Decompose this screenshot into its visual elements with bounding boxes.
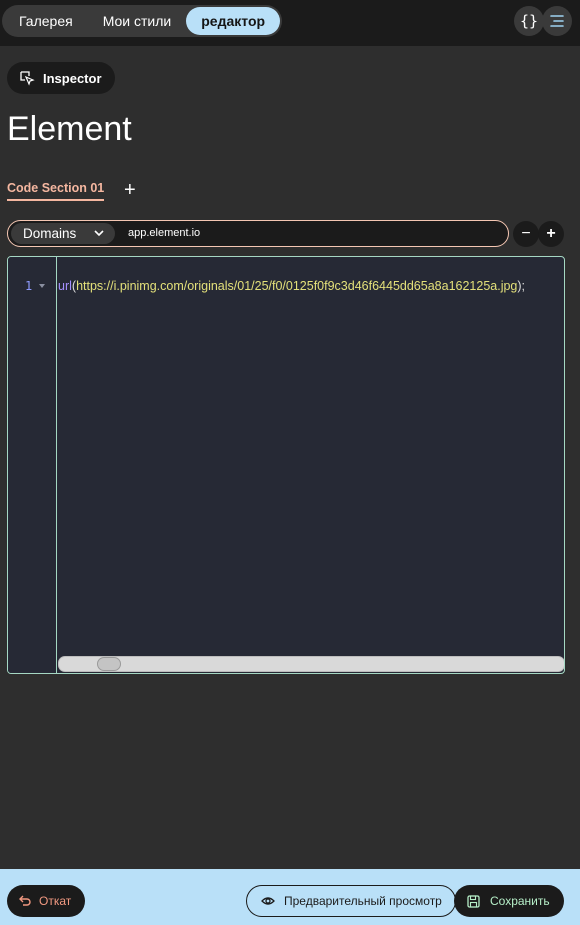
- page-title: Element: [7, 110, 132, 148]
- domain-value[interactable]: app.element.io: [128, 227, 200, 239]
- code-close-paren: );: [517, 279, 526, 293]
- tab-gallery[interactable]: Галерея: [4, 7, 88, 35]
- domains-select-label: Domains: [23, 226, 77, 241]
- cursor-select-icon: [20, 71, 35, 86]
- menu-button[interactable]: [542, 6, 572, 36]
- line-number: 1: [25, 279, 33, 293]
- revert-button[interactable]: Откат: [7, 885, 85, 917]
- view-tabs: Галерея Мои стили редактор: [2, 5, 283, 37]
- eye-icon: [261, 897, 275, 905]
- save-button[interactable]: Сохранить: [454, 885, 564, 917]
- minus-icon: −: [521, 225, 531, 242]
- fold-arrow-icon[interactable]: [39, 283, 45, 289]
- code-function: url: [58, 279, 72, 293]
- domains-select[interactable]: Domains: [11, 223, 115, 244]
- curly-braces-icon: {}: [519, 12, 539, 30]
- save-disk-icon: [467, 894, 480, 908]
- undo-arrow-icon: [19, 895, 31, 906]
- code-line[interactable]: url(https://i.pinimg.com/originals/01/25…: [58, 279, 525, 293]
- footer-bar: Откат Предварительный просмотр Сохранить: [0, 869, 580, 925]
- inspector-label: Inspector: [43, 70, 102, 86]
- code-url-argument: https://i.pinimg.com/originals/01/25/f0/…: [76, 279, 518, 293]
- code-editor[interactable]: 1 url(https://i.pinimg.com/originals/01/…: [7, 256, 565, 674]
- chevron-down-icon: [94, 230, 104, 237]
- zoom-in-button[interactable]: +: [538, 221, 564, 247]
- menu-lines-icon: [550, 15, 564, 27]
- domain-bar: Domains app.element.io: [7, 220, 509, 247]
- top-bar: Галерея Мои стили редактор {}: [0, 0, 580, 46]
- plus-icon: +: [546, 225, 556, 242]
- tab-code-section[interactable]: Code Section 01: [7, 181, 105, 201]
- inspector-button[interactable]: Inspector: [7, 62, 115, 94]
- code-view-button[interactable]: {}: [514, 6, 544, 36]
- tab-my-styles[interactable]: Мои стили: [88, 7, 187, 35]
- zoom-out-button[interactable]: −: [513, 221, 539, 247]
- preview-label: Предварительный просмотр: [284, 894, 442, 908]
- horizontal-scrollbar[interactable]: [58, 656, 564, 672]
- save-label: Сохранить: [490, 894, 550, 908]
- preview-button[interactable]: Предварительный просмотр: [246, 885, 456, 917]
- revert-label: Откат: [39, 894, 72, 908]
- add-section-button[interactable]: +: [124, 180, 136, 200]
- scrollbar-thumb[interactable]: [97, 657, 121, 671]
- tab-editor[interactable]: редактор: [186, 7, 281, 35]
- editor-gutter: 1: [8, 257, 57, 673]
